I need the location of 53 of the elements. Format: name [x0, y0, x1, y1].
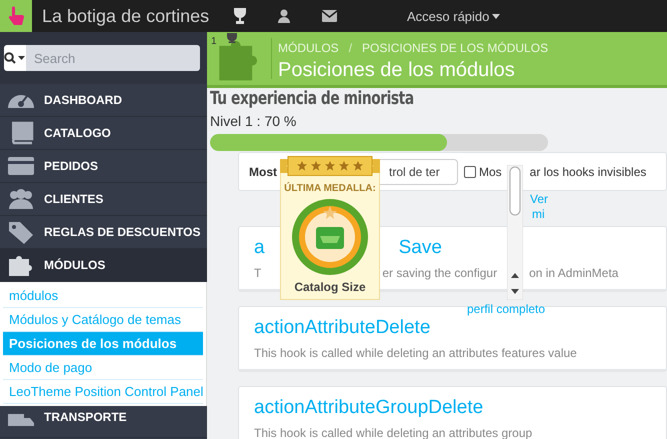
filter-label: Most [249, 164, 278, 178]
mail-icon[interactable] [322, 10, 337, 22]
profile-link[interactable]: Ver [530, 192, 548, 206]
checkbox-label: Mos [479, 164, 502, 178]
breadcrumb-link[interactable]: MÓDULOS [278, 41, 339, 55]
medal-name: Catalog Size [294, 280, 366, 294]
hook-title: Save [398, 237, 442, 259]
sidebar-item[interactable]: CATALOGO [0, 117, 207, 150]
submenu-item[interactable]: LeoTheme Position Control Panel [3, 380, 203, 404]
breadcrumb-separator: / [348, 41, 352, 55]
sidebar-item[interactable]: PEDIDOS [0, 150, 207, 183]
submenu-item[interactable]: Modo de pago [3, 356, 203, 380]
profile-link[interactable]: mi [532, 207, 545, 221]
quick-access-menu[interactable]: Acceso rápido [407, 8, 500, 24]
star-icon [339, 161, 349, 171]
sidebar-item[interactable]: CLIENTES [0, 183, 207, 216]
notification-count: 1 [211, 36, 217, 47]
hook-title: a [254, 237, 265, 259]
profile-link[interactable]: perfil completo [467, 302, 546, 316]
star-icon [353, 161, 363, 171]
users-icon [6, 187, 36, 211]
sidebar-item[interactable]: DASHBOARD [0, 84, 207, 117]
hook-description: T [254, 266, 262, 280]
breadcrumb-link[interactable]: POSICIONES DE LOS MÓDULOS [362, 41, 548, 55]
checkbox-label: ar los hooks invisibles [530, 164, 646, 178]
experience-title: Tu experiencia de minorista [210, 88, 415, 109]
medal-icon [291, 198, 369, 276]
star-icon [325, 161, 335, 171]
search-icon[interactable] [4, 52, 26, 64]
scrollbar[interactable] [507, 165, 523, 300]
submenu-item[interactable]: módulos [3, 284, 203, 308]
hook-title: actionAttributeDelete [254, 317, 430, 339]
submenu-item[interactable]: Posiciones de los módulos [3, 332, 203, 356]
sidebar-item[interactable]: MÓDULOS [0, 249, 207, 282]
credit-card-icon [6, 154, 36, 178]
trophy-icon [225, 33, 239, 43]
checkbox[interactable] [464, 166, 476, 178]
trophy-icon[interactable] [232, 7, 248, 25]
hook-description: on in AdminMeta [529, 266, 618, 280]
search-field[interactable]: Search [26, 45, 200, 71]
page-title: Posiciones de los módulos [278, 59, 516, 82]
hook-title: actionAttributeGroupDelete [254, 397, 484, 419]
caret-icon [492, 14, 500, 18]
star-icon [311, 161, 321, 171]
shop-name[interactable]: La botiga de cortines [42, 6, 212, 26]
level-label: Nivel 1 : 70 % [210, 113, 298, 129]
user-icon[interactable] [278, 9, 290, 23]
hook-description: er saving the configur [382, 266, 498, 280]
sidebar-item[interactable]: TRANSPORTE [44, 410, 127, 424]
hook-description: This hook is called while deleting an attributes features value [254, 346, 577, 360]
star-icon [297, 161, 307, 171]
medal-heading: ÚLTIMA MEDALLA: [284, 183, 376, 194]
tag-icon [6, 220, 36, 244]
